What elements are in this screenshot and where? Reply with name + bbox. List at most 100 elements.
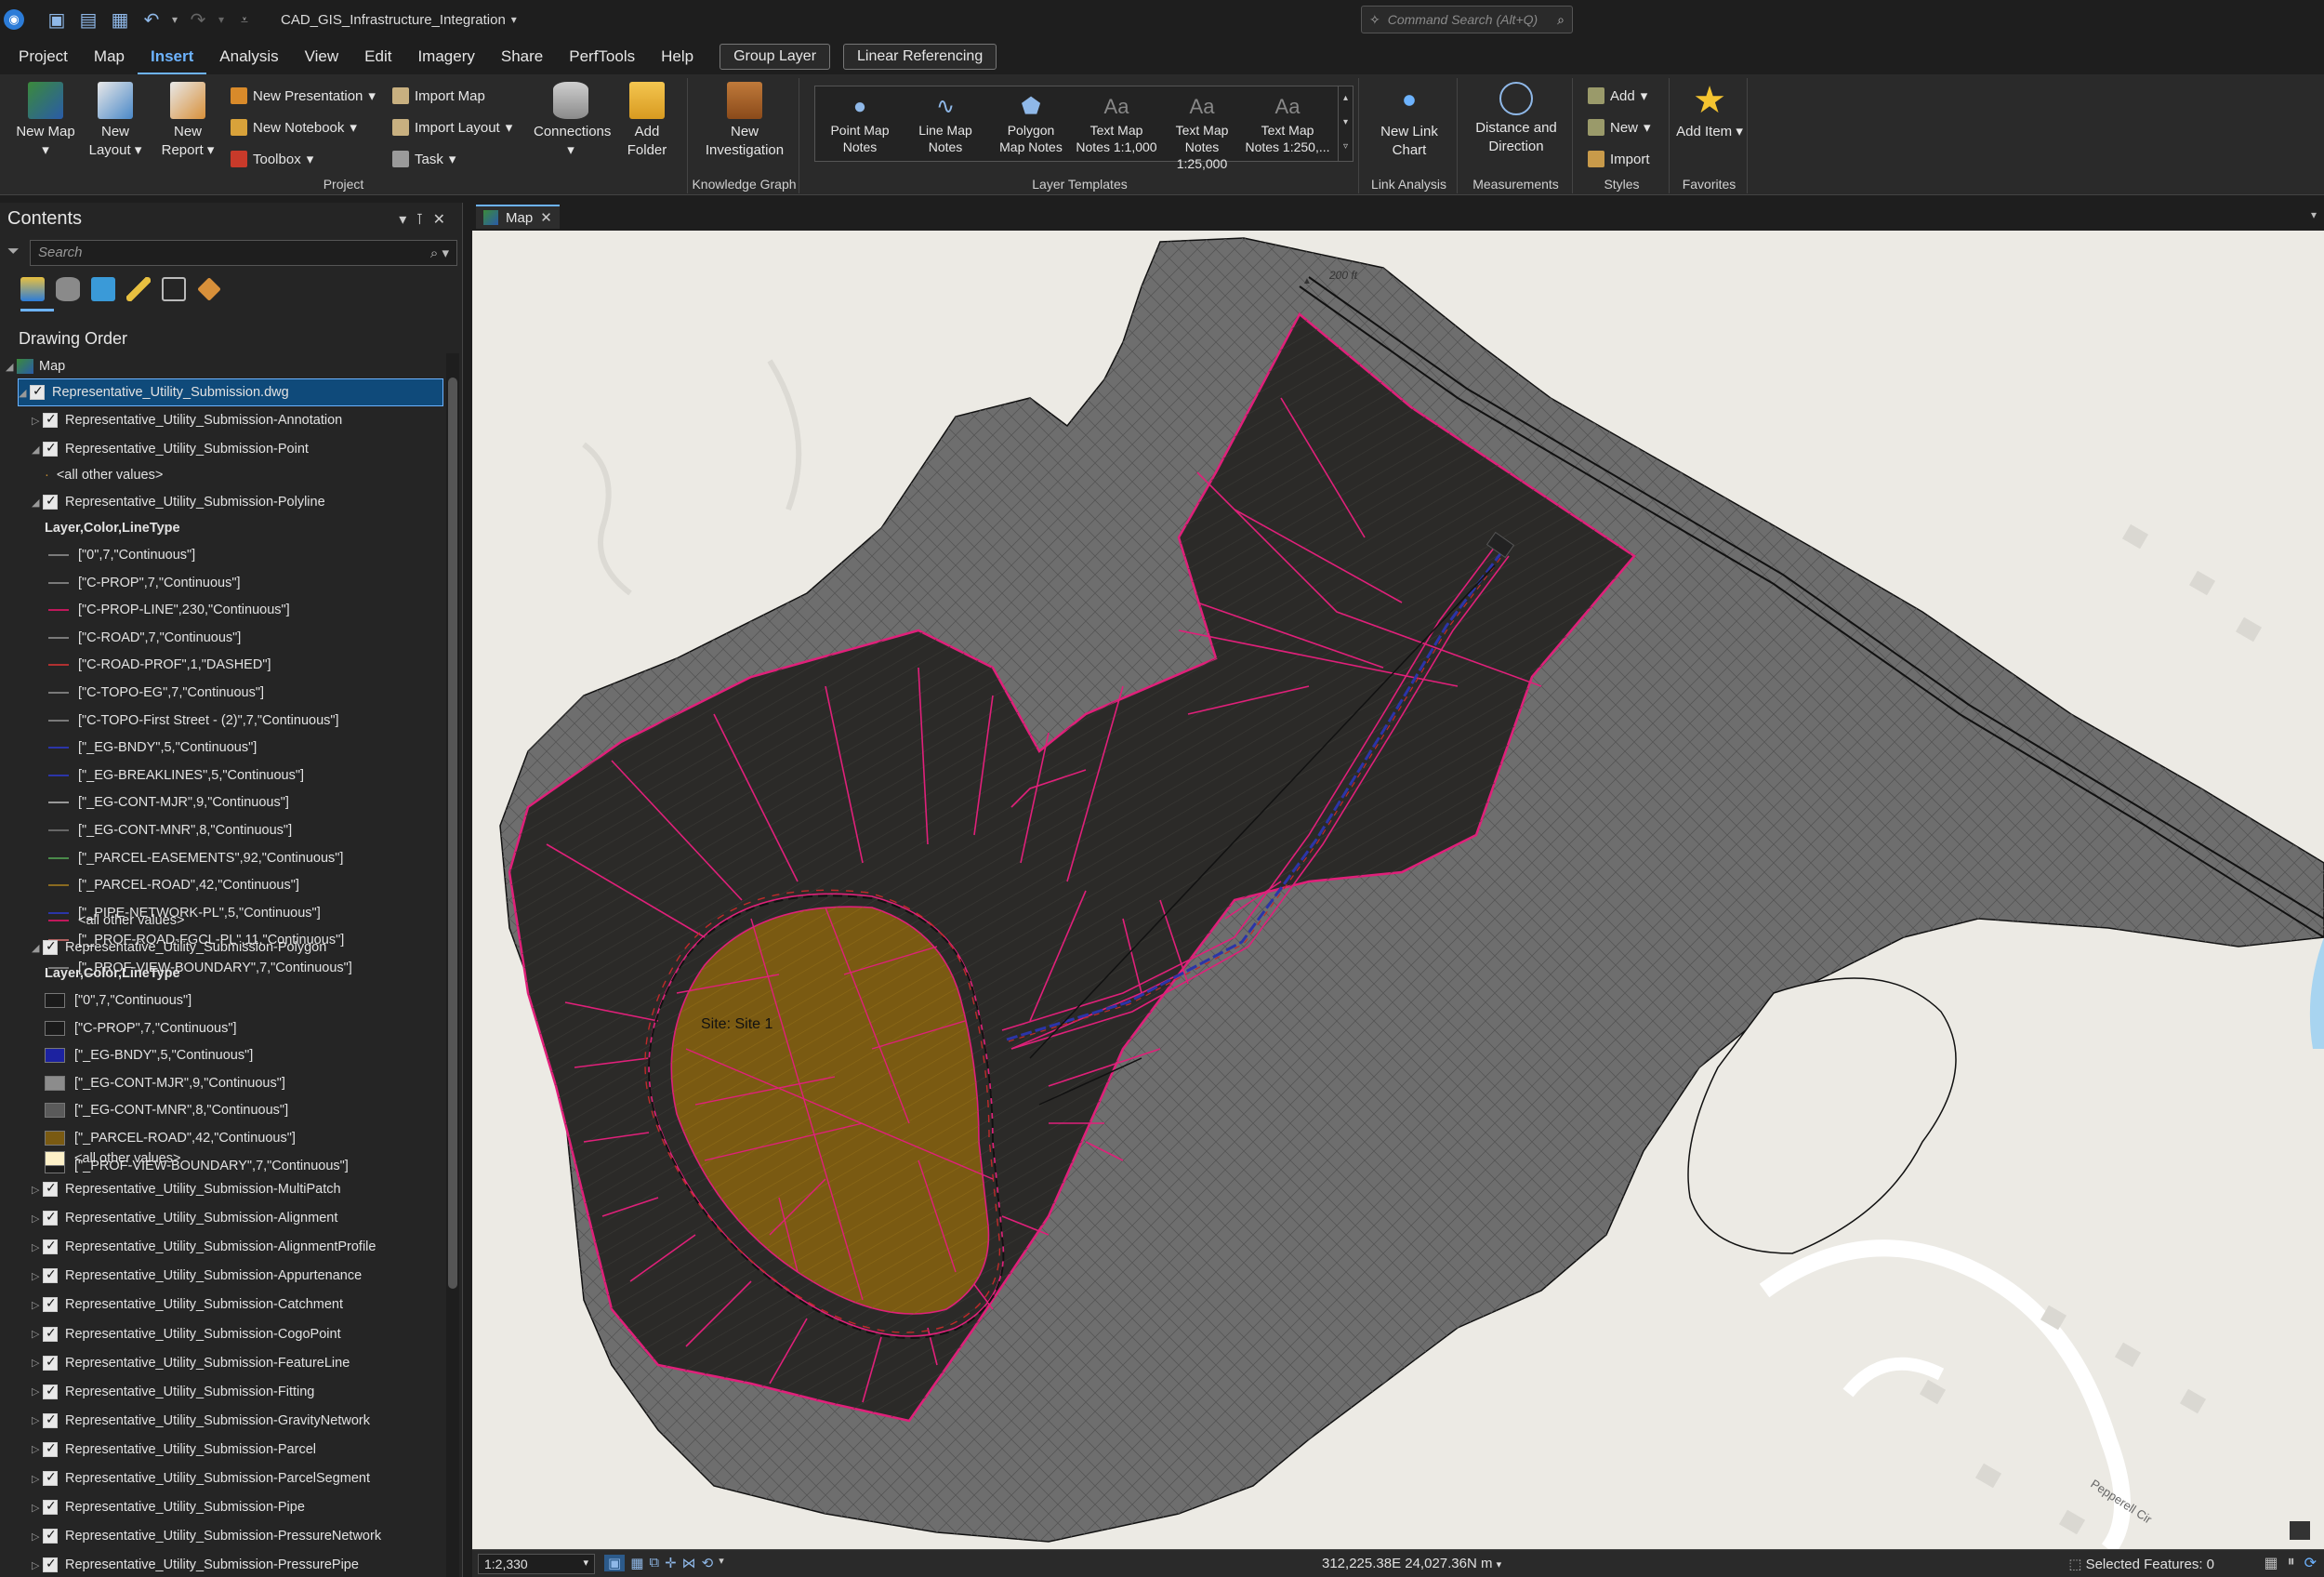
tab-help[interactable]: Help (648, 39, 706, 74)
new-link-chart-button[interactable]: New Link Chart (1363, 82, 1456, 160)
data-source-icon[interactable] (56, 277, 80, 301)
search-icon[interactable]: ⌕ ▾ (430, 245, 449, 261)
redo-icon[interactable]: ↷ (184, 6, 212, 33)
new-notebook-button[interactable]: New Notebook ▾ (231, 119, 357, 136)
text-map-notes-250000-template[interactable]: Aa Text Map Notes 1:250,... (1245, 92, 1330, 155)
new-layout-button[interactable]: New Layout ▾ (82, 82, 149, 160)
polygon-layer-row[interactable]: ◢Representative_Utility_Submission-Polyg… (32, 934, 326, 961)
tab-share[interactable]: Share (488, 39, 556, 74)
new-investigation-button[interactable]: New Investigation (693, 82, 796, 160)
expand-icon[interactable]: ▷ (32, 1473, 43, 1485)
layer-visibility-checkbox[interactable] (43, 938, 58, 955)
point-map-notes-template[interactable]: ● Point Map Notes (817, 92, 903, 155)
grid-icon[interactable]: ▦ (630, 1555, 643, 1571)
collapse-icon[interactable]: ◢ (32, 942, 43, 954)
tab-insert[interactable]: Insert (138, 39, 207, 74)
close-tab-icon[interactable]: ✕ (540, 209, 552, 226)
layer-visibility-checkbox[interactable] (43, 1295, 58, 1313)
pane-menu-icon[interactable]: ▾ (399, 212, 416, 228)
annotation-layer-row[interactable]: ▷Representative_Utility_Submission-Annot… (32, 407, 342, 433)
map-node[interactable]: ◢ Map (6, 353, 65, 379)
title-dropdown-icon[interactable]: ▾ (511, 13, 517, 26)
collapse-icon[interactable]: ◢ (19, 387, 30, 399)
tab-edit[interactable]: Edit (351, 39, 404, 74)
pause-icon[interactable]: ⏸ (2288, 1554, 2295, 1572)
layer-visibility-checkbox[interactable] (43, 1498, 58, 1516)
open-project-icon[interactable]: ▤ (74, 6, 102, 33)
layer-row[interactable]: ▷Representative_Utility_Submission-Align… (32, 1234, 376, 1260)
expand-icon[interactable]: ▷ (32, 1443, 43, 1455)
layer-visibility-checkbox[interactable] (43, 1440, 58, 1457)
map-canvas[interactable]: 200 ft ▲ Site: Site 1 Pepperell Cir (472, 231, 2324, 1549)
labeling-icon[interactable] (197, 277, 221, 301)
expand-icon[interactable]: ▷ (32, 1357, 43, 1369)
customize-toolbar-icon[interactable]: ⩡ (231, 6, 258, 33)
gallery-scroll[interactable]: ▴ ▾ ▿ (1338, 86, 1353, 161)
layer-visibility-checkbox[interactable] (43, 1238, 58, 1255)
new-report-button[interactable]: New Report ▾ (154, 82, 221, 160)
constraint-icon[interactable]: ⋈ (682, 1555, 696, 1571)
app-logo-icon[interactable]: ◉ (4, 9, 24, 30)
layer-row[interactable]: ▷Representative_Utility_Submission-CogoP… (32, 1321, 341, 1347)
tab-project[interactable]: Project (6, 39, 81, 74)
command-search[interactable]: ✧ Command Search (Alt+Q) ⌕ (1361, 6, 1573, 33)
style-add-button[interactable]: Add ▾ (1588, 87, 1647, 104)
tab-linear-referencing[interactable]: Linear Referencing (843, 44, 997, 70)
connections-button[interactable]: Connections ▾ (534, 82, 611, 160)
expand-icon[interactable]: ▷ (32, 1213, 43, 1225)
contents-scrollbar[interactable] (446, 353, 459, 1577)
save-icon[interactable]: ▦ (106, 6, 134, 33)
explore-icon[interactable]: ⟲ (702, 1555, 714, 1571)
layer-visibility-checkbox[interactable] (43, 1209, 58, 1226)
layer-visibility-checkbox[interactable] (43, 411, 58, 428)
dwg-layer-row[interactable]: ◢Representative_Utility_Submission.dwg (18, 378, 443, 406)
tab-overflow-icon[interactable]: ▾ (2311, 208, 2317, 221)
tab-group-layer[interactable]: Group Layer (720, 44, 831, 70)
close-icon[interactable]: ✕ (433, 212, 455, 228)
refresh-icon[interactable]: ⟳ (2304, 1554, 2317, 1572)
snapping-icon[interactable]: ⧉ (649, 1555, 659, 1571)
collapse-icon[interactable]: ◢ (32, 444, 43, 456)
new-map-button[interactable]: New Map ▾ (13, 82, 78, 160)
layer-visibility-checkbox[interactable] (43, 493, 58, 510)
scroll-thumb[interactable] (448, 378, 457, 1289)
new-presentation-button[interactable]: New Presentation ▾ (231, 87, 376, 104)
layer-row[interactable]: ▷Representative_Utility_Submission-Press… (32, 1552, 359, 1577)
layer-row[interactable]: ▷Representative_Utility_Submission-Parce… (32, 1465, 370, 1491)
text-map-notes-1000-template[interactable]: Aa Text Map Notes 1:1,000 (1074, 92, 1159, 155)
tab-view[interactable]: View (292, 39, 352, 74)
expand-icon[interactable]: ▷ (32, 1241, 43, 1253)
layer-row[interactable]: ▷Representative_Utility_Submission-Appur… (32, 1263, 362, 1289)
expand-icon[interactable]: ▷ (32, 1559, 43, 1571)
polygon-map-notes-template[interactable]: ⬟ Polygon Map Notes (988, 92, 1074, 155)
document-title[interactable]: CAD_GIS_Infrastructure_Integration (281, 12, 506, 28)
layer-row[interactable]: ▷Representative_Utility_Submission-Multi… (32, 1176, 341, 1202)
add-item-button[interactable]: ★ Add Item ▾ (1675, 82, 1744, 141)
layer-row[interactable]: ▷Representative_Utility_Submission-Align… (32, 1205, 337, 1231)
snapping-icon[interactable] (162, 277, 186, 301)
expand-icon[interactable]: ▷ (32, 1184, 43, 1196)
task-button[interactable]: Task ▾ (392, 151, 456, 167)
chevron-down-icon[interactable]: ▾ (719, 1555, 724, 1571)
layer-visibility-checkbox[interactable] (43, 1325, 58, 1342)
layer-row[interactable]: ▷Representative_Utility_Submission-Press… (32, 1523, 381, 1549)
layer-visibility-checkbox[interactable] (43, 1556, 58, 1573)
style-new-button[interactable]: New ▾ (1588, 119, 1651, 136)
import-map-button[interactable]: Import Map (392, 87, 485, 104)
distance-direction-button[interactable]: Distance and Direction (1461, 82, 1571, 156)
layer-visibility-checkbox[interactable] (30, 383, 45, 400)
expand-icon[interactable]: ▷ (32, 1299, 43, 1311)
layer-visibility-checkbox[interactable] (43, 1354, 58, 1371)
tab-perftools[interactable]: PerfTools (556, 39, 648, 74)
map-mode-icon[interactable]: ▣ (604, 1555, 626, 1571)
add-folder-button[interactable]: Add Folder (617, 82, 677, 160)
layer-row[interactable]: ▷Representative_Utility_Submission-Fitti… (32, 1379, 314, 1405)
table-icon[interactable]: ▦ (2264, 1554, 2278, 1572)
layer-visibility-checkbox[interactable] (43, 1469, 58, 1486)
expand-icon[interactable]: ▷ (32, 1531, 43, 1543)
layer-visibility-checkbox[interactable] (43, 1383, 58, 1399)
selected-features[interactable]: ⬚ Selected Features: 0 (2068, 1556, 2214, 1572)
text-map-notes-25000-template[interactable]: Aa Text Map Notes 1:25,000 (1159, 92, 1245, 172)
chevron-down-icon[interactable]: ▾ (1497, 1559, 1502, 1570)
map-overview-icon[interactable] (2290, 1521, 2310, 1540)
